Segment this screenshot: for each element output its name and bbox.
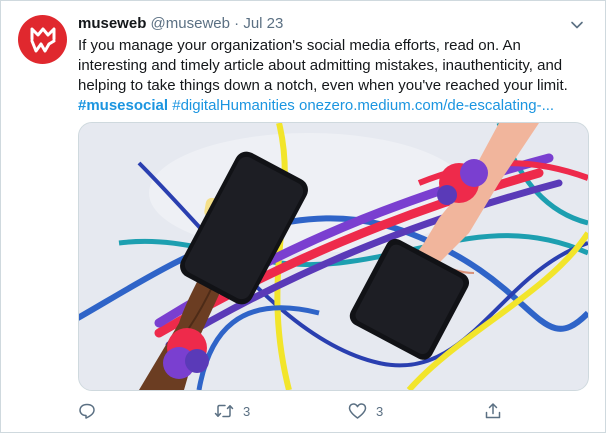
tweet-actions: 3 3	[78, 399, 508, 423]
retweet-icon	[214, 404, 234, 418]
reply-icon	[79, 403, 95, 419]
museweb-logo	[30, 27, 55, 52]
tangled-cables-phones-image	[79, 123, 588, 390]
retweet-button[interactable]: 3	[214, 399, 250, 423]
hashtag-digitalhumanities[interactable]: #digitalHumanities	[172, 97, 295, 114]
retweet-count: 3	[243, 403, 251, 419]
tweet-image[interactable]	[78, 122, 589, 391]
more-options-button[interactable]	[567, 15, 587, 35]
hashtag-musesocial[interactable]: #musesocial	[78, 97, 168, 114]
tweet-text: If you manage your organization's social…	[78, 36, 588, 116]
like-button[interactable]: 3	[348, 399, 383, 423]
separator-dot: ·	[234, 15, 240, 32]
tweet-text-line: If you manage your organization's social…	[78, 37, 521, 54]
share-button[interactable]	[484, 399, 502, 423]
avatar[interactable]	[18, 15, 67, 64]
tweet-card[interactable]: museweb @museweb · Jul 23 If you manage …	[0, 0, 606, 433]
display-name[interactable]: museweb	[78, 15, 146, 32]
reply-button[interactable]	[78, 399, 105, 423]
share-icon	[485, 403, 501, 419]
tweet-header: museweb @museweb · Jul 23	[78, 14, 565, 34]
tweet-text-line: helping to take things down a notch, eve…	[78, 77, 568, 94]
article-link[interactable]: onezero.medium.com/de-escalating-...	[299, 97, 554, 114]
like-count: 3	[376, 403, 384, 419]
user-handle[interactable]: @museweb	[151, 15, 230, 32]
chevron-down-icon	[571, 21, 583, 29]
tweet-text-line: interesting and timely article about adm…	[78, 57, 563, 74]
tweet-links-line: #musesocial #digitalHumanities onezero.m…	[78, 96, 588, 116]
tweet-date[interactable]: Jul 23	[243, 15, 283, 32]
heart-icon	[348, 403, 367, 419]
